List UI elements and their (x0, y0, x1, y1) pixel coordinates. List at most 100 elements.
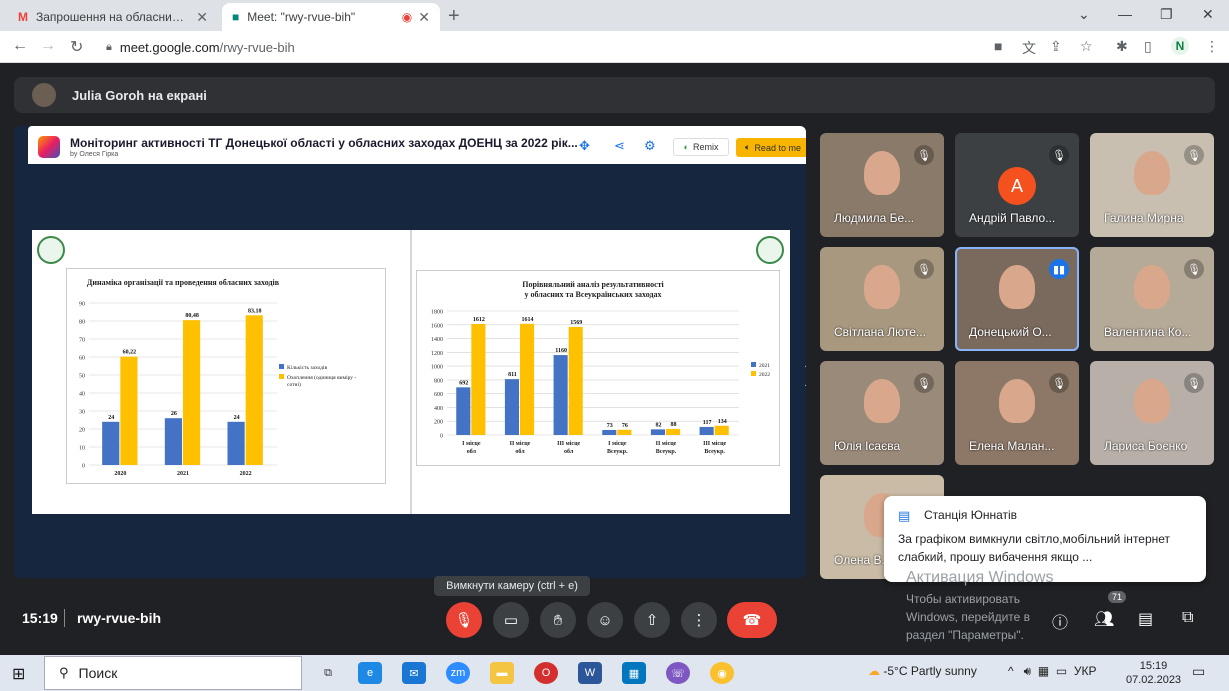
profile-avatar[interactable]: N (1171, 37, 1189, 55)
mail-icon[interactable]: ✉ (402, 662, 426, 684)
new-tab-icon[interactable]: + (448, 5, 460, 28)
meeting-code[interactable]: rwy-rvue-bih (77, 610, 161, 626)
participant-tile[interactable]: Світлана Люте... 🎙︎ (820, 247, 944, 351)
bar (666, 428, 681, 435)
present-button[interactable]: ⇧ (634, 602, 670, 638)
people-icon[interactable]: 👥︎ (1094, 609, 1114, 629)
windows-activation-text: Чтобы активировать Windows, перейдите в … (906, 592, 1031, 642)
star-icon[interactable]: ☆ (1080, 38, 1093, 55)
translate-icon[interactable]: 文 (1022, 38, 1036, 58)
more-options-button[interactable]: ⋮ (681, 602, 717, 638)
forward-icon[interactable]: → (40, 37, 56, 55)
taskbar-search[interactable]: ⚲ Поиск (44, 656, 302, 690)
y-tick-label: 0 (82, 464, 85, 470)
activities-icon[interactable]: ⧉ (1182, 609, 1193, 627)
participant-tile[interactable]: Лариса Боєнко 🎙︎ (1090, 361, 1214, 465)
participant-tile[interactable]: Елена Малан... 🎙︎ (955, 361, 1079, 465)
chart-1: Динаміка організації та проведення облас… (66, 268, 386, 484)
participant-tile[interactable]: Людмила Бе... 🎙︎ (820, 133, 944, 237)
data-label: 26 (171, 411, 177, 417)
volume-icon[interactable]: 🔊︎ (1024, 664, 1032, 678)
participant-tile[interactable]: Донецький О... ▮▮ (955, 247, 1079, 351)
y-tick-label: 1400 (431, 337, 443, 343)
chevron-right-icon[interactable]: ❯ (802, 362, 806, 387)
y-tick-label: 400 (434, 406, 443, 412)
share-icon[interactable]: ⋖ (614, 138, 625, 154)
bar (120, 356, 138, 465)
data-label: 60,22 (123, 350, 137, 356)
taskbar-clock[interactable]: 15:19 07.02.2023 (1126, 659, 1181, 687)
close-icon[interactable]: ✕ (196, 9, 208, 26)
file-explorer-icon[interactable]: ▬ (490, 662, 514, 684)
windows-start-icon[interactable]: ⊞ (12, 664, 25, 684)
camera-button[interactable]: ▭ (493, 602, 529, 638)
move-icon[interactable]: ✥ (579, 138, 590, 154)
legend-swatch (751, 371, 756, 376)
menu-icon[interactable]: ⋮ (1205, 38, 1219, 55)
read-to-me-button[interactable]: 🔈︎ Read to me (736, 138, 806, 157)
bar (227, 421, 245, 465)
windows-activation-title: Активация Windows (906, 569, 1054, 586)
legend-entry: Кількість заходів (287, 365, 327, 371)
chat-icon[interactable]: ▤ (1138, 609, 1153, 629)
chevron-down-icon[interactable]: ⌄ (1078, 6, 1090, 23)
back-icon[interactable]: ← (12, 37, 28, 55)
chevron-left-icon[interactable]: ❮ (34, 362, 51, 387)
legend-entry: 2021 (759, 363, 770, 369)
close-window-icon[interactable]: ✕ (1202, 6, 1214, 23)
minimize-icon[interactable]: — (1118, 6, 1132, 22)
notifications-icon[interactable]: ▭ (1192, 663, 1205, 680)
remix-button[interactable]: ◐ Remix (673, 138, 729, 156)
sidepanel-icon[interactable]: ▯ (1144, 38, 1152, 55)
x-tick-label: ІІІ місце (557, 441, 580, 447)
address-bar[interactable]: 🔒︎ meet.google.com/rwy-rvue-bih (96, 35, 986, 59)
edge-icon[interactable]: e (358, 662, 382, 684)
speaker-icon: 🔈︎ (745, 142, 751, 152)
app-logo-icon (38, 136, 60, 158)
clock-time: 15:19 (1139, 660, 1168, 672)
x-tick-label: 2021 (177, 471, 189, 477)
zoom-icon[interactable]: zm (446, 662, 470, 684)
data-label: 117 (703, 420, 712, 426)
opera-icon[interactable]: O (534, 662, 558, 684)
emoji-button[interactable]: ☺ (587, 602, 623, 638)
maximize-icon[interactable]: ❐ (1160, 6, 1173, 23)
chrome-icon[interactable]: ◉ (710, 662, 734, 684)
mic-off-icon: 🎙︎ (914, 259, 934, 279)
chevron-up-icon[interactable]: ^ (1008, 664, 1014, 678)
info-icon[interactable]: ⓘ (1052, 609, 1068, 633)
settings-icon[interactable]: ⚙ (644, 138, 656, 154)
viber-icon[interactable]: ☏ (666, 662, 690, 684)
reload-icon[interactable]: ↻ (70, 37, 83, 57)
participant-name: Андрій Павло... (969, 211, 1056, 225)
x-tick-label: ІІ місце (510, 441, 531, 447)
task-view-icon[interactable]: ⧉ (316, 662, 340, 684)
network-icon[interactable]: ▦ (1038, 664, 1049, 678)
close-icon[interactable]: ✕ (418, 9, 430, 26)
chart-title: Динаміка організації та проведення облас… (87, 278, 280, 287)
tab-meet[interactable]: ■ Meet: "rwy-rvue-bih" ◉ ✕ (222, 3, 440, 31)
participant-tile[interactable]: Юлія Ісаєва 🎙︎ (820, 361, 944, 465)
battery-icon[interactable]: ▭ (1056, 664, 1067, 678)
store-icon[interactable]: ▦ (622, 662, 646, 684)
end-call-button[interactable]: ☎︎ (727, 602, 777, 638)
y-tick-label: 40 (79, 392, 85, 398)
y-tick-label: 1000 (431, 365, 443, 371)
tab-gmail[interactable]: M Запрошення на обласний семі ✕ (8, 3, 218, 31)
mic-off-icon: 🎙︎ (1049, 145, 1069, 165)
participant-tile[interactable]: Валентина Ко... 🎙︎ (1090, 247, 1214, 351)
participant-name: Донецький О... (969, 325, 1052, 339)
extensions-icon[interactable]: ✱ (1116, 38, 1128, 55)
y-tick-label: 600 (434, 392, 443, 398)
weather-widget[interactable]: ☁ -5°C Partly sunny (868, 664, 977, 678)
participant-name: Лариса Боєнко (1104, 439, 1188, 453)
mic-off-button[interactable]: 🎙︎ (446, 602, 482, 638)
camera-icon[interactable]: ■ (994, 38, 1002, 54)
share-icon[interactable]: ⇪ (1050, 38, 1062, 55)
raise-hand-button[interactable]: ✋︎ (540, 602, 576, 638)
participant-tile[interactable]: Галина Мирна 🎙︎ (1090, 133, 1214, 237)
language-indicator[interactable]: УКР (1074, 664, 1097, 678)
word-icon[interactable]: W (578, 662, 602, 684)
data-label: 134 (718, 419, 727, 425)
participant-tile[interactable]: A Андрій Павло... 🎙︎ (955, 133, 1079, 237)
